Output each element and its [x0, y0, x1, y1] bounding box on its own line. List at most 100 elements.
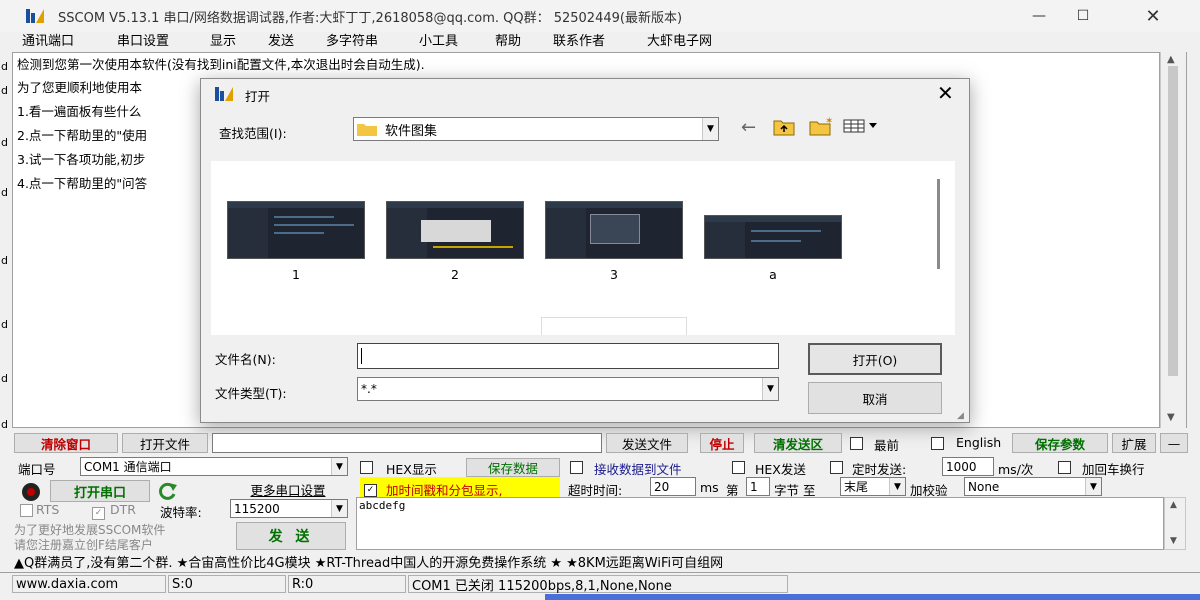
background-strip — [545, 594, 1200, 600]
save-data-button[interactable]: 保存数据 — [466, 458, 560, 477]
filename-input[interactable] — [357, 343, 779, 369]
baud-dropdown[interactable]: 115200 ▼ — [230, 499, 348, 518]
received-count: R:0 — [288, 575, 406, 593]
filetype-value: *.* — [361, 382, 377, 396]
interval-input[interactable]: 1000 — [942, 457, 994, 476]
strip-label: d — [1, 318, 8, 331]
sent-count: S:0 — [168, 575, 286, 593]
recv-to-file-checkbox[interactable] — [570, 461, 583, 478]
send-text: abcdefg — [359, 499, 406, 512]
file-name: 2 — [451, 267, 459, 282]
menu-item[interactable]: 多字符串 — [326, 32, 378, 52]
more-settings-button[interactable]: 更多串口设置 — [230, 479, 346, 499]
receive-line: 1.看一遍面板有些什么 — [17, 104, 142, 119]
timed-send-checkbox[interactable] — [830, 461, 843, 478]
checksum-dropdown[interactable]: None ▼ — [964, 477, 1102, 496]
file-path-field[interactable] — [212, 433, 602, 453]
open-port-button[interactable]: 打开串口 — [50, 480, 150, 502]
open-file-button[interactable]: 打开文件 — [122, 433, 208, 453]
new-folder-icon[interactable]: ✶ — [809, 116, 833, 140]
website-link[interactable]: www.daxia.com — [12, 575, 166, 593]
strip-label: d — [1, 372, 8, 385]
receive-scrollbar[interactable]: ▲ ▼ — [1160, 52, 1186, 428]
dialog-close-icon[interactable]: ✕ — [937, 81, 954, 105]
timestamp-checkbox[interactable]: ✓ — [364, 481, 377, 497]
menu-item[interactable]: 发送 — [268, 32, 294, 52]
file-name: 1 — [292, 267, 300, 282]
byte-start-input[interactable]: 1 — [746, 477, 770, 496]
menu-item[interactable]: 联系作者 — [553, 32, 605, 52]
resize-grip-icon[interactable]: ◢ — [957, 411, 964, 421]
cancel-button[interactable]: 取消 — [808, 382, 942, 414]
scroll-down-icon[interactable]: ▼ — [1167, 412, 1175, 423]
open-button[interactable]: 打开(O) — [808, 343, 942, 375]
strip-label: d — [1, 84, 8, 97]
chevron-down-icon[interactable]: ▼ — [889, 478, 905, 495]
menu-item[interactable]: 通讯端口 — [22, 32, 74, 52]
refresh-icon[interactable] — [156, 480, 180, 502]
menu-item[interactable]: 串口设置 — [117, 32, 169, 52]
up-folder-icon[interactable] — [773, 117, 795, 141]
chevron-down-icon[interactable]: ▼ — [331, 458, 347, 475]
byte-end-value: 末尾 — [844, 480, 869, 494]
collapse-button[interactable]: — — [1160, 433, 1188, 453]
menu-item[interactable]: 大虾电子网 — [647, 32, 712, 52]
chevron-down-icon[interactable]: ▼ — [762, 378, 778, 400]
rts-checkbox[interactable] — [20, 504, 33, 521]
dtr-label: DTR — [110, 502, 136, 517]
add-crlf-checkbox[interactable] — [1058, 461, 1071, 478]
scroll-up-icon[interactable]: ▲ — [1167, 54, 1175, 65]
filetype-label: 文件类型(T): — [215, 386, 287, 401]
menu-item[interactable]: 帮助 — [495, 32, 521, 52]
port-label: 端口号 — [18, 462, 56, 477]
svg-text:✶: ✶ — [825, 116, 833, 127]
add-crlf-label: 加回车换行 — [1082, 462, 1145, 477]
hex-display-checkbox[interactable] — [360, 461, 373, 478]
timeout-input[interactable]: 20 — [650, 477, 696, 496]
chevron-down-icon[interactable]: ▼ — [331, 500, 347, 517]
expand-button[interactable]: 扩展 — [1112, 433, 1156, 453]
send-file-button[interactable]: 发送文件 — [606, 433, 688, 453]
strip-label: d — [1, 254, 8, 267]
front-label: 最前 — [874, 438, 900, 453]
chevron-down-icon[interactable]: ▼ — [1085, 478, 1101, 495]
minimize-button[interactable]: — — [1016, 0, 1062, 32]
front-checkbox[interactable] — [850, 437, 863, 454]
clear-window-button[interactable]: 清除窗口 — [14, 433, 118, 453]
send-area[interactable]: abcdefg — [356, 497, 1164, 550]
checksum-value: None — [968, 479, 1000, 494]
menu-item[interactable]: 小工具 — [419, 32, 458, 52]
close-button[interactable]: ✕ — [1130, 0, 1176, 32]
menu-item[interactable]: 显示 — [210, 32, 236, 52]
save-params-button[interactable]: 保存参数 — [1012, 433, 1108, 453]
send-scrollbar[interactable]: ▲ ▼ — [1164, 497, 1186, 550]
view-menu-icon[interactable] — [843, 118, 887, 138]
file-list[interactable]: 1 2 3 a — [211, 161, 955, 335]
scroll-up-icon[interactable]: ▲ — [1170, 500, 1177, 510]
receive-line: 为了您更顺利地使用本 — [17, 80, 143, 95]
clear-send-button[interactable]: 清发送区 — [754, 433, 842, 453]
file-name: a — [769, 267, 777, 282]
chevron-down-icon[interactable]: ▼ — [702, 118, 718, 140]
port-dropdown[interactable]: COM1 通信端口 ▼ — [80, 457, 348, 476]
filetype-dropdown[interactable]: *.* ▼ — [357, 377, 779, 401]
file-thumbnail — [386, 201, 524, 259]
byte-end-dropdown[interactable]: 末尾 ▼ — [840, 477, 906, 496]
maximize-button[interactable]: ☐ — [1060, 0, 1106, 32]
port-value: COM1 通信端口 — [84, 460, 172, 474]
back-arrow-icon[interactable]: ← — [741, 117, 756, 138]
english-checkbox[interactable] — [931, 437, 944, 454]
lookin-dropdown[interactable]: 软件图集 ▼ — [353, 117, 719, 141]
stop-button[interactable]: 停止 — [700, 433, 744, 453]
file-list-scrollbar[interactable] — [937, 179, 940, 269]
news-ticker[interactable]: ▲Q群满员了,没有第二个群. ★合宙高性价比4G模块 ★RT-Thread中国人… — [14, 552, 1164, 570]
folder-icon — [357, 122, 377, 136]
hex-send-label: HEX发送 — [755, 462, 806, 477]
hex-send-checkbox[interactable] — [732, 461, 745, 478]
port-state: COM1 已关闭 115200bps,8,1,None,None — [408, 575, 788, 594]
file-thumbnail — [227, 201, 365, 259]
dtr-checkbox[interactable]: ✓ — [92, 504, 105, 520]
scroll-thumb[interactable] — [1168, 66, 1178, 376]
send-button[interactable]: 发 送 — [236, 522, 346, 550]
scroll-down-icon[interactable]: ▼ — [1170, 536, 1177, 546]
